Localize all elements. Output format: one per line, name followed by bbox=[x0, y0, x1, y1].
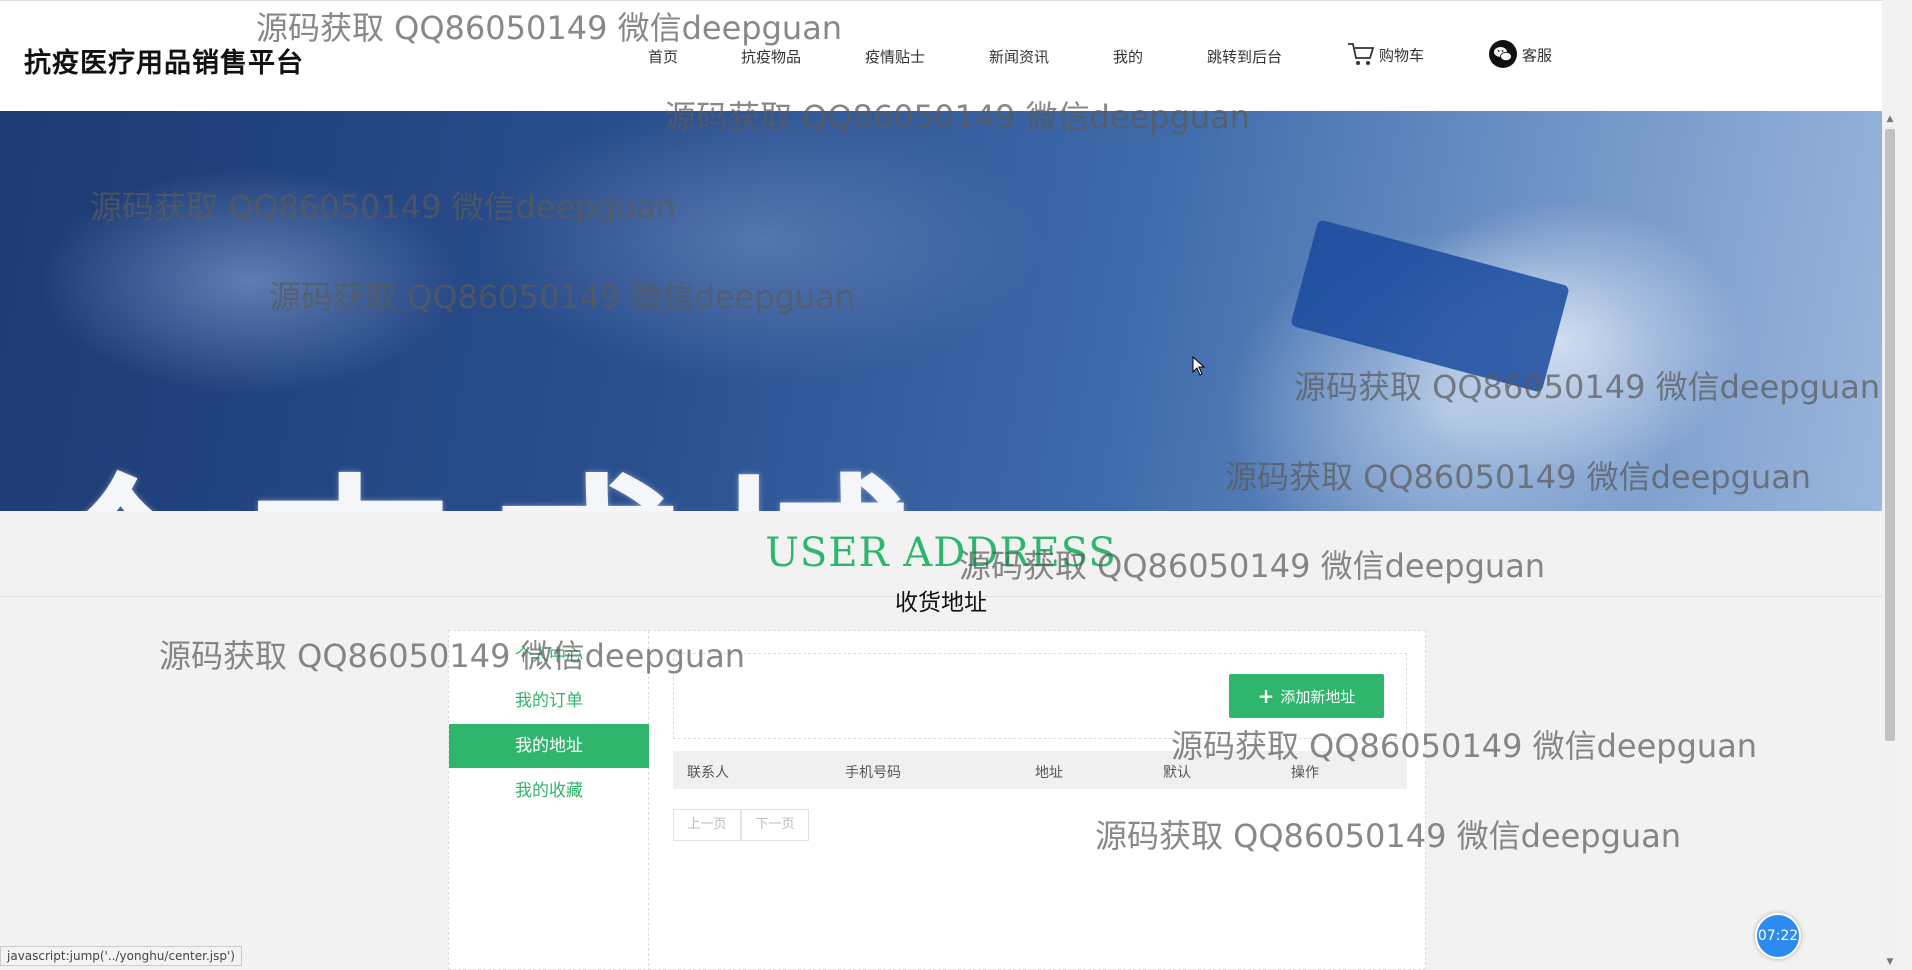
banner-slogan: 众志成城 bbox=[20, 411, 940, 511]
section-title-en: USER ADDRESS bbox=[765, 530, 1117, 576]
plus-icon: + bbox=[1257, 684, 1275, 708]
wechat-icon bbox=[1488, 39, 1518, 73]
add-address-label: 添加新地址 bbox=[1280, 688, 1356, 706]
mouse-cursor-icon bbox=[1192, 356, 1206, 376]
nav-home[interactable]: 首页 bbox=[648, 46, 678, 67]
prev-page-button[interactable]: 上一页 bbox=[673, 809, 741, 841]
nav-admin[interactable]: 跳转到后台 bbox=[1207, 46, 1282, 67]
scroll-down-icon[interactable]: ▼ bbox=[1884, 956, 1896, 968]
nav-epidemic-tips[interactable]: 疫情贴士 bbox=[865, 46, 925, 67]
nav-news[interactable]: 新闻资讯 bbox=[989, 46, 1049, 67]
nav-epidemic-goods[interactable]: 抗疫物品 bbox=[741, 46, 801, 67]
site-header: 抗疫医疗用品销售平台 首页 抗疫物品 疫情贴士 新闻资讯 我的 跳转到后台 购物… bbox=[0, 0, 1882, 111]
col-address: 地址 bbox=[1035, 765, 1063, 781]
user-center-panel: 个人中心 我的订单 我的地址 我的收藏 + 添加新地址 联系人 手机号码 地址 默… bbox=[448, 630, 1426, 970]
recording-timer[interactable]: 07:22 bbox=[1755, 913, 1801, 959]
hero-banner: 众志成城 bbox=[0, 111, 1882, 511]
nav-cart[interactable]: 购物车 bbox=[1347, 41, 1424, 71]
sidebar-item-orders[interactable]: 我的订单 bbox=[449, 679, 649, 723]
col-contact: 联系人 bbox=[687, 765, 729, 781]
address-table-header: 联系人 手机号码 地址 默认 操作 bbox=[673, 751, 1407, 789]
col-default: 默认 bbox=[1163, 765, 1191, 781]
status-bar-url: javascript:jump('../yonghu/center.jsp') bbox=[0, 946, 242, 966]
nav-my[interactable]: 我的 bbox=[1113, 46, 1143, 67]
sidebar-item-profile[interactable]: 个人中心 bbox=[449, 634, 649, 678]
cart-icon bbox=[1347, 41, 1375, 71]
section-title-cn: 收货地址 bbox=[895, 590, 987, 616]
nav-service[interactable]: 客服 bbox=[1488, 39, 1552, 73]
scroll-thumb[interactable] bbox=[1885, 129, 1895, 741]
site-brand[interactable]: 抗疫医疗用品销售平台 bbox=[24, 41, 304, 80]
pagination: 上一页 下一页 bbox=[673, 809, 809, 841]
scroll-up-icon[interactable]: ▲ bbox=[1884, 113, 1896, 125]
add-address-button[interactable]: + 添加新地址 bbox=[1229, 674, 1384, 718]
next-page-button[interactable]: 下一页 bbox=[741, 809, 809, 841]
page-scrollbar[interactable]: ▲ ▼ bbox=[1882, 111, 1898, 970]
action-bar: + 添加新地址 bbox=[673, 653, 1407, 739]
user-sidebar: 个人中心 我的订单 我的地址 我的收藏 bbox=[449, 631, 649, 970]
banner-decoration bbox=[1290, 219, 1570, 393]
sidebar-item-favorites[interactable]: 我的收藏 bbox=[449, 769, 649, 813]
sidebar-item-addresses[interactable]: 我的地址 bbox=[449, 724, 649, 768]
nav-service-label: 客服 bbox=[1522, 46, 1553, 65]
col-phone: 手机号码 bbox=[845, 765, 901, 781]
nav-cart-label: 购物车 bbox=[1379, 46, 1425, 65]
col-actions: 操作 bbox=[1291, 765, 1319, 781]
